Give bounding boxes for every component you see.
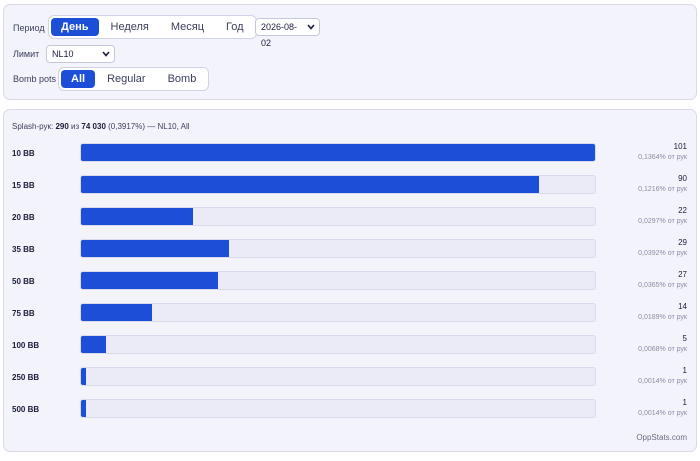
row-percent: 0,0189% от рук	[638, 314, 687, 321]
row-count: 1	[682, 398, 687, 407]
bomb-pots-selector: All Regular Bomb	[58, 67, 210, 91]
period-selector: День Неделя Месяц Год	[48, 15, 257, 39]
row-label: 15 BB	[12, 181, 35, 190]
summary-line: Splash-рук: 290 из 74 030 (0,3917%) — NL…	[12, 122, 190, 131]
bar-fill	[81, 400, 87, 417]
summary-suffix: — NL10, All	[147, 122, 190, 131]
splash-count: 290	[55, 122, 69, 131]
bar-fill	[81, 240, 229, 257]
row-label: 35 BB	[12, 245, 35, 254]
bar-fill	[81, 304, 153, 321]
row-percent: 0,0014% от рук	[638, 378, 687, 385]
row-label: 250 BB	[12, 373, 40, 382]
summary-percent: (0,3917%)	[108, 122, 146, 131]
period-label: Период	[13, 23, 45, 33]
bomb-option-2[interactable]: Bomb	[158, 70, 207, 88]
row-label: 50 BB	[12, 277, 35, 286]
bar-fill	[81, 336, 107, 353]
row-count: 14	[678, 302, 687, 311]
limit-value: NL10	[52, 49, 74, 59]
row-label: 100 BB	[12, 341, 40, 350]
row-percent: 0,0365% от рук	[638, 282, 687, 289]
row-count: 5	[682, 334, 687, 343]
row-label: 75 BB	[12, 309, 35, 318]
bomb-option-0[interactable]: All	[61, 70, 96, 88]
period-option-2[interactable]: Месяц	[161, 18, 214, 36]
row-count: 27	[678, 270, 687, 279]
row-percent: 0,1364% от рук	[638, 154, 687, 161]
bomb-pots-label: Bomb pots	[13, 74, 57, 84]
chevron-down-icon	[102, 51, 110, 57]
total-hands: 74 030	[81, 122, 106, 131]
row-percent: 0,0297% от рук	[638, 218, 687, 225]
row-count: 22	[678, 206, 687, 215]
summary-of: из	[71, 122, 80, 131]
bar-track	[80, 239, 596, 258]
bomb-option-1[interactable]: Regular	[97, 70, 156, 88]
bar-fill	[81, 208, 193, 225]
row-label: 500 BB	[12, 405, 40, 414]
row-percent: 0,0014% от рук	[638, 410, 687, 417]
bar-track	[80, 207, 596, 226]
results-panel: Splash-рук: 290 из 74 030 (0,3917%) — NL…	[3, 109, 697, 452]
summary-prefix: Splash-рук:	[12, 122, 54, 131]
bar-fill	[81, 368, 87, 385]
row-count: 90	[678, 174, 687, 183]
row-count: 29	[678, 238, 687, 247]
row-percent: 0,1216% от рук	[638, 186, 687, 193]
period-option-3[interactable]: Год	[216, 18, 254, 36]
limit-select[interactable]: NL10	[46, 45, 115, 63]
filters-panel: Период День Неделя Месяц Год 2026-08-02 Лим…	[3, 4, 697, 100]
bar-track	[80, 399, 596, 418]
chevron-down-icon	[307, 24, 315, 30]
date-picker[interactable]: 2026-08-02	[255, 18, 320, 48]
bar-fill	[81, 144, 595, 161]
bar-track	[80, 303, 596, 322]
bar-fill	[81, 272, 219, 289]
period-option-1[interactable]: Неделя	[101, 18, 159, 36]
row-percent: 0,0392% от рук	[638, 250, 687, 257]
bar-track	[80, 175, 596, 194]
limit-label: Лимит	[13, 49, 40, 59]
bar-track	[80, 335, 596, 354]
bar-track	[80, 271, 596, 290]
bar-fill	[81, 176, 540, 193]
row-label: 20 BB	[12, 213, 35, 222]
footer-brand: OppStats.com	[636, 433, 687, 442]
row-count: 1	[682, 366, 687, 375]
period-option-0[interactable]: День	[51, 18, 99, 36]
bar-track	[80, 367, 596, 386]
row-count: 101	[673, 142, 687, 151]
row-percent: 0,0068% от рук	[638, 346, 687, 353]
bar-track	[80, 143, 596, 162]
date-value: 2026-08-02	[261, 22, 298, 48]
row-label: 10 BB	[12, 149, 35, 158]
